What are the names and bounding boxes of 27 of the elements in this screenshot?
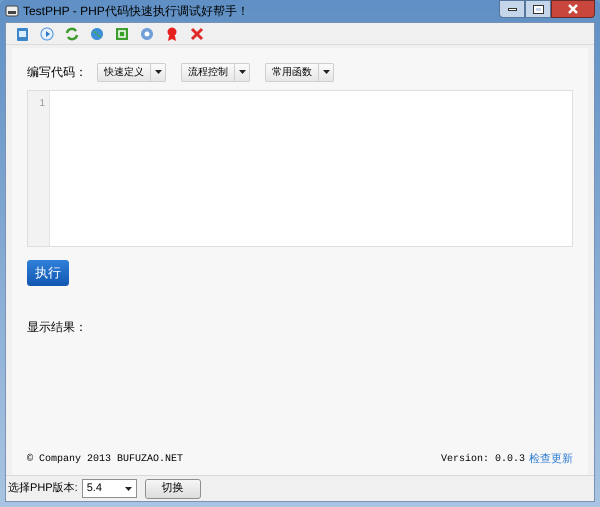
minimize-button[interactable] — [499, 0, 525, 18]
caret-icon — [154, 70, 162, 74]
close-icon — [568, 4, 578, 14]
snippet-dropdown[interactable]: 流程控制 — [181, 62, 250, 82]
php-version-dropdown[interactable]: 5.4 — [82, 479, 137, 498]
snippet-dropdown[interactable]: 常用函数 — [265, 62, 334, 82]
caret-icon — [322, 70, 330, 74]
line-number: 1 — [39, 97, 45, 111]
play-icon[interactable] — [39, 26, 55, 42]
editor-label: 编写代码： — [27, 64, 87, 81]
switch-button[interactable]: 切换 — [144, 478, 201, 498]
run-button[interactable]: 执行 — [27, 260, 69, 286]
app-icon — [5, 4, 19, 18]
refresh-icon[interactable] — [64, 26, 80, 42]
window-title: TestPHP - PHP代码快速执行调试好帮手！ — [23, 3, 249, 20]
version-text: Version: 0.0.3 — [440, 452, 525, 466]
php-version-label: 选择PHP版本: — [8, 481, 78, 496]
close-button[interactable] — [551, 0, 595, 18]
copyright-text: © Company 2013 BUFUZAO.NET — [27, 452, 184, 466]
snippet-dropdown[interactable]: 快速定义 — [97, 62, 166, 82]
caret-icon — [124, 486, 132, 490]
result-label: 显示结果： — [27, 319, 88, 336]
document-icon[interactable] — [14, 26, 30, 42]
delete-icon[interactable] — [189, 26, 205, 42]
maximize-button[interactable] — [525, 0, 551, 18]
update-link[interactable]: 检查更新 — [529, 450, 573, 468]
caret-icon — [238, 70, 246, 74]
